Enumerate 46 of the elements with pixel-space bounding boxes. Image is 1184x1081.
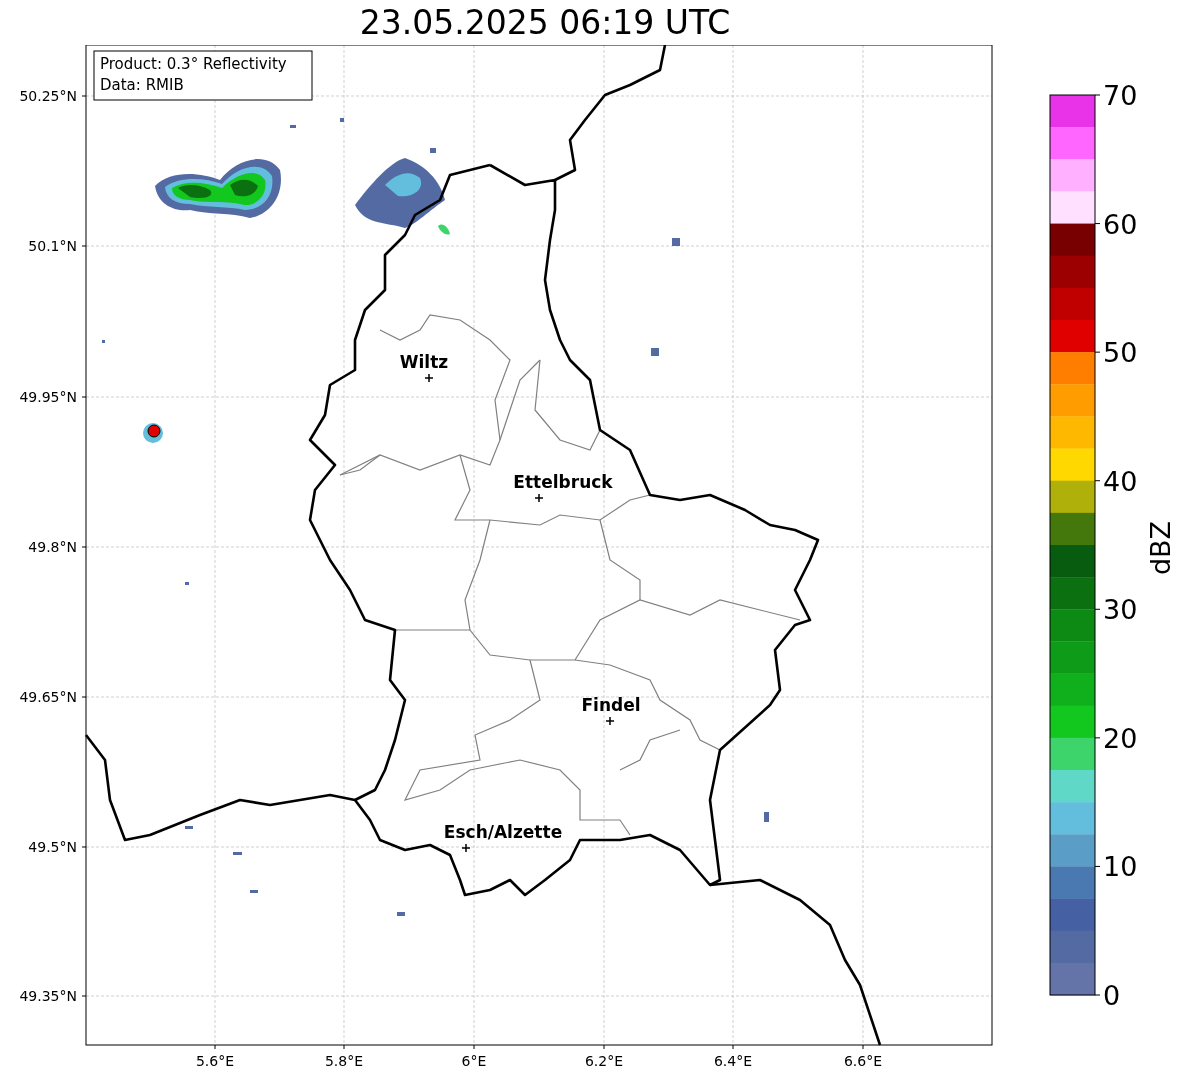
longitude-label: 5.8°E: [324, 1053, 364, 1069]
radar-echo: [250, 890, 258, 893]
radar-echo: [672, 238, 680, 246]
radar-echo: [651, 348, 659, 356]
city-label: Ettelbruck: [513, 472, 613, 492]
radar-echo: [397, 912, 405, 916]
info-text: Product: 0.3° Reflectivity: [100, 55, 287, 73]
longitude-label: 6.2°E: [584, 1053, 624, 1069]
longitude-label: 6°E: [461, 1053, 487, 1069]
latitude-label: 49.65°N: [19, 689, 77, 705]
colorbar-tick-label: 10: [1103, 851, 1138, 883]
colorbar-tick-label: 60: [1103, 208, 1138, 240]
longitude-label: 6.6°E: [843, 1053, 883, 1069]
radar-echo: [430, 148, 436, 153]
colorbar-tick-label: 0: [1103, 980, 1121, 1011]
info-text: Data: RMIB: [100, 76, 184, 94]
latitude-label: 50.1°N: [28, 238, 77, 254]
latitude-label: 49.95°N: [19, 389, 77, 405]
radar-echo: [340, 118, 344, 122]
latitude-label: 50.25°N: [19, 88, 77, 104]
radar-echo: [233, 852, 242, 855]
city-label: Esch/Alzette: [443, 822, 563, 842]
city-label: Findel: [581, 695, 641, 715]
latitude-label: 49.35°N: [19, 988, 77, 1004]
colorbar-tick-label: 40: [1103, 465, 1138, 497]
colorbar-tick-label: 50: [1103, 337, 1138, 369]
radar-site-marker: [143, 423, 163, 443]
city-marker-icon: [534, 493, 544, 503]
colorbar-label: dBZ: [1145, 520, 1176, 576]
city-marker-icon: [461, 843, 471, 853]
radar-echo: [764, 812, 769, 822]
colorbar-tick-label: 30: [1103, 594, 1138, 626]
chart-title: 23.05.2025 06:19 UTC: [358, 2, 732, 44]
radar-echo: [185, 582, 189, 585]
latitude-label: 49.5°N: [28, 839, 77, 855]
longitude-label: 5.6°E: [195, 1053, 235, 1069]
city-label: Wiltz: [399, 352, 449, 372]
colorbar-tick-label: 20: [1103, 722, 1138, 754]
latitude-label: 49.8°N: [28, 539, 77, 555]
radar-echo: [290, 125, 296, 128]
longitude-label: 6.4°E: [713, 1053, 753, 1069]
radar-echo: [185, 826, 193, 829]
radar-echo: [102, 340, 105, 343]
city-marker-icon: [605, 716, 615, 726]
colorbar-tick-label: 70: [1103, 80, 1138, 111]
city-marker-icon: [424, 373, 434, 383]
